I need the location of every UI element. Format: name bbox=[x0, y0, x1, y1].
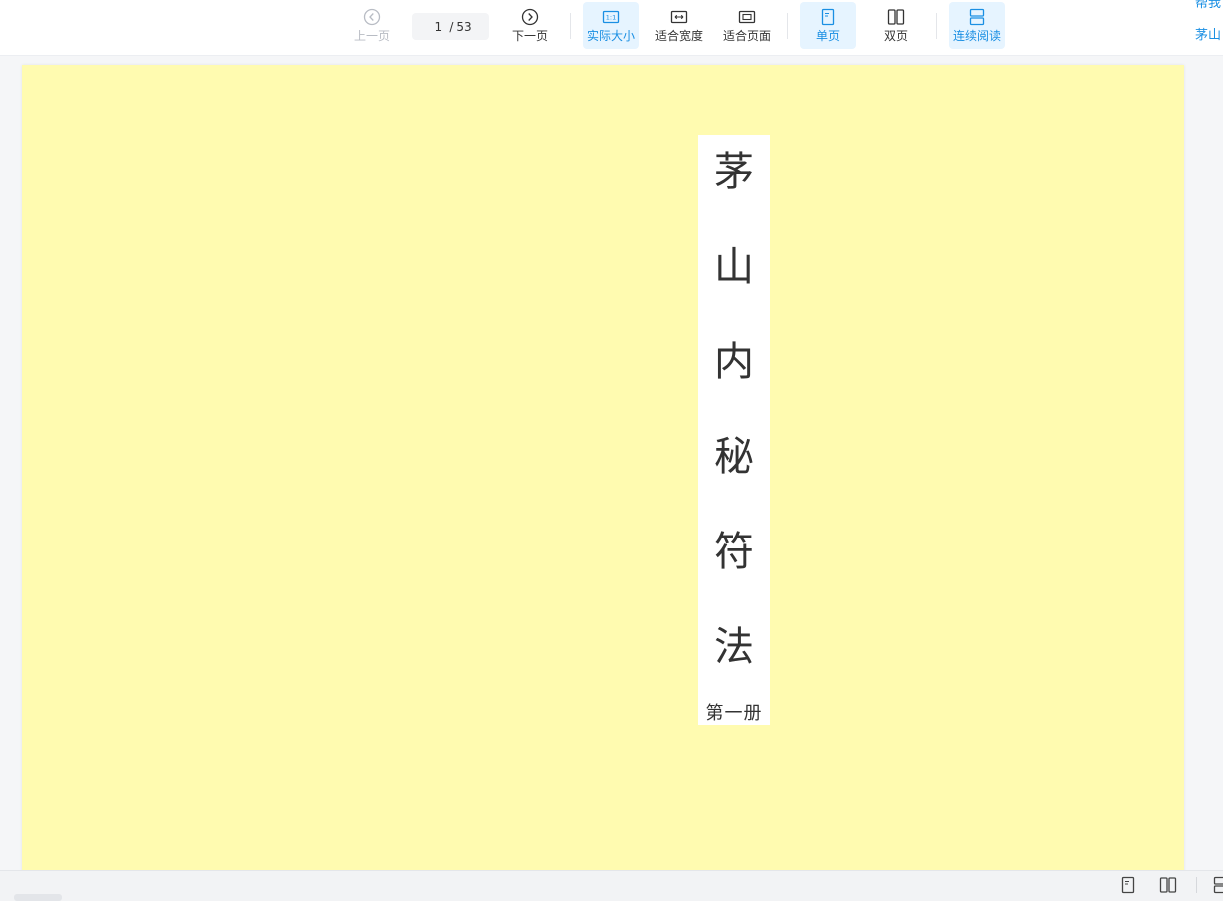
actual-size-label: 实际大小 bbox=[587, 29, 635, 43]
statusbar-divider bbox=[1196, 877, 1197, 893]
volume-label: 第一册 bbox=[698, 699, 770, 725]
fit-width-icon bbox=[670, 8, 688, 26]
current-page-input[interactable] bbox=[429, 20, 447, 34]
continuous-scroll-icon bbox=[968, 8, 986, 26]
total-pages: 53 bbox=[456, 20, 471, 34]
double-page-icon bbox=[887, 8, 905, 26]
document-page: 茅 山 内 秘 符 法 第一册 bbox=[22, 65, 1184, 870]
continuous-scroll-icon[interactable] bbox=[1212, 876, 1223, 894]
document-viewport[interactable]: 茅 山 内 秘 符 法 第一册 bbox=[0, 56, 1223, 870]
cover-title-strip: 茅 山 内 秘 符 法 第一册 bbox=[698, 135, 770, 725]
fit-page-icon bbox=[738, 8, 756, 26]
toolbar-divider bbox=[936, 13, 937, 39]
single-page-label: 单页 bbox=[816, 29, 840, 43]
title-char: 内 bbox=[698, 329, 770, 387]
prev-page-button[interactable]: 上一页 bbox=[348, 2, 396, 49]
single-page-icon[interactable] bbox=[1119, 876, 1137, 894]
viewer-toolbar: 上一页 / 53 下一页 1:1 实际大小 适合宽度 适合页面 bbox=[0, 0, 1223, 56]
title-char: 法 bbox=[698, 614, 770, 672]
fit-page-label: 适合页面 bbox=[723, 29, 771, 43]
toolbar-divider bbox=[570, 13, 571, 39]
double-page-icon[interactable] bbox=[1159, 876, 1177, 894]
toolbar-divider bbox=[787, 13, 788, 39]
fit-page-button[interactable]: 适合页面 bbox=[719, 2, 775, 49]
one-to-one-icon: 1:1 bbox=[602, 8, 620, 26]
single-page-button[interactable]: 单页 bbox=[800, 2, 856, 49]
double-page-button[interactable]: 双页 bbox=[868, 2, 924, 49]
page-indicator: / 53 bbox=[412, 13, 489, 40]
related-link[interactable]: 茅山 bbox=[1195, 24, 1221, 43]
prev-page-label: 上一页 bbox=[354, 29, 390, 43]
single-page-icon bbox=[819, 8, 837, 26]
chevron-right-circle-icon bbox=[521, 8, 539, 26]
title-char: 符 bbox=[698, 519, 770, 577]
related-link[interactable]: 帮我 bbox=[1195, 0, 1221, 11]
actual-size-button[interactable]: 1:1 实际大小 bbox=[583, 2, 639, 49]
title-char: 茅 bbox=[698, 139, 770, 197]
next-page-button[interactable]: 下一页 bbox=[506, 2, 554, 49]
page-separator: / bbox=[449, 20, 453, 34]
fit-width-label: 适合宽度 bbox=[655, 29, 703, 43]
continuous-reading-button[interactable]: 连续阅读 bbox=[949, 2, 1005, 49]
svg-text:1:1: 1:1 bbox=[606, 14, 616, 22]
status-bar bbox=[0, 870, 1223, 901]
next-page-label: 下一页 bbox=[512, 29, 548, 43]
title-char: 秘 bbox=[698, 424, 770, 482]
fit-width-button[interactable]: 适合宽度 bbox=[651, 2, 707, 49]
double-page-label: 双页 bbox=[884, 29, 908, 43]
title-char: 山 bbox=[698, 234, 770, 292]
continuous-reading-label: 连续阅读 bbox=[953, 29, 1001, 43]
chevron-left-circle-icon bbox=[363, 8, 381, 26]
